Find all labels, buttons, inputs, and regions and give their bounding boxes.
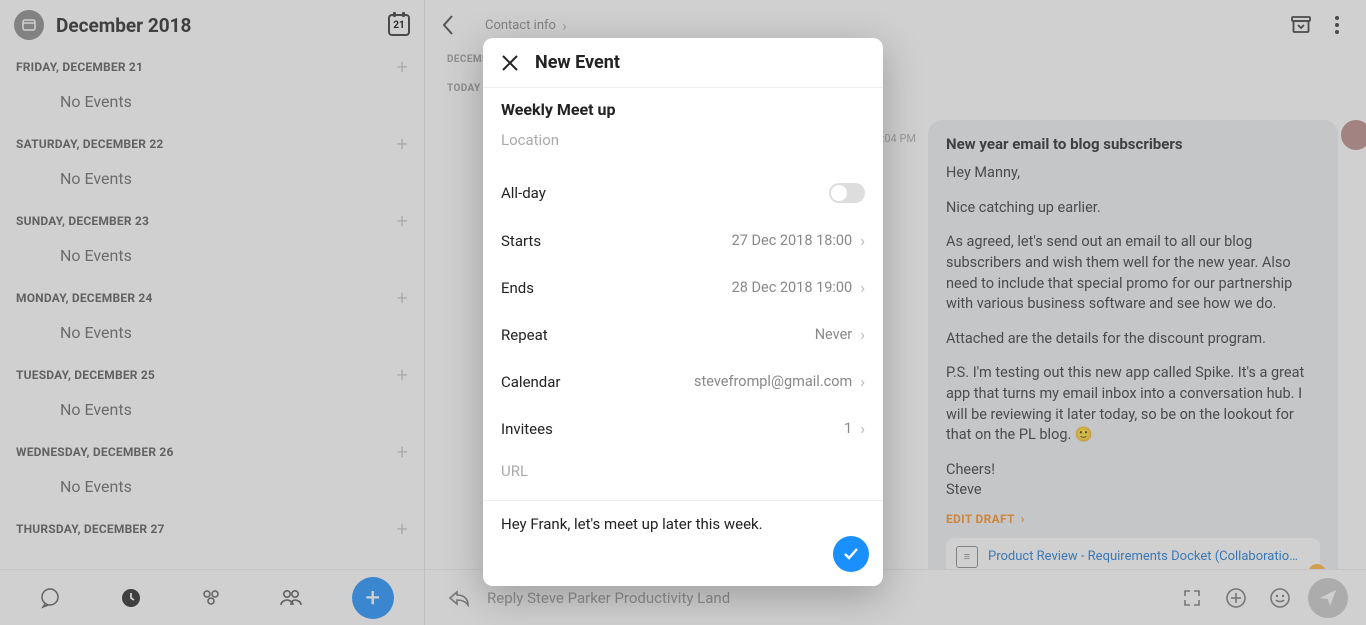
calendar-label: Calendar [501, 373, 561, 391]
chevron-right-icon: › [860, 372, 865, 391]
chevron-right-icon: › [1021, 511, 1025, 528]
contacts-icon[interactable] [271, 578, 311, 618]
day-body: No Events [0, 236, 424, 281]
day-header-label: Tuesday, December 25 [16, 368, 155, 382]
day-list: Friday, December 21 + No Events Saturday,… [0, 50, 424, 569]
calendar-row[interactable]: Calendar stevefrompl@gmail.com › [483, 358, 883, 405]
sidebar-month-title: December 2018 [56, 14, 388, 37]
add-event-button[interactable]: + [397, 369, 409, 381]
message-line: Nice catching up earlier. [946, 198, 1320, 219]
message-line: Cheers! [946, 461, 995, 478]
day-body: No Events [0, 82, 424, 127]
confirm-event-button[interactable] [833, 536, 869, 572]
event-location-input[interactable]: Location [483, 131, 883, 169]
repeat-row[interactable]: Repeat Never › [483, 311, 883, 358]
day-header-label: Sunday, December 23 [16, 214, 149, 228]
chat-icon[interactable] [30, 578, 70, 618]
invitees-value: 1 [844, 420, 852, 437]
close-modal-button[interactable] [501, 54, 519, 72]
day-body: No Events [0, 467, 424, 512]
invitees-row[interactable]: Invitees 1 › [483, 405, 883, 452]
allday-label: All-day [501, 184, 546, 202]
repeat-value: Never [815, 326, 852, 343]
day-header-label: Friday, December 21 [16, 60, 143, 74]
starts-label: Starts [501, 232, 541, 250]
archive-icon[interactable] [1288, 12, 1314, 38]
expand-icon[interactable] [1176, 582, 1208, 614]
ends-value: 28 Dec 2018 19:00 [732, 279, 853, 296]
day-header-label: Thursday, December 27 [16, 522, 165, 536]
back-button[interactable] [441, 14, 455, 36]
event-notes-input[interactable]: Hey Frank, let's meet up later this week… [483, 501, 883, 547]
attach-icon[interactable] [1220, 582, 1252, 614]
message-line: P.S. I'm testing out this new app called… [946, 363, 1320, 445]
app-logo-icon [14, 10, 44, 40]
reply-icon[interactable] [443, 582, 475, 614]
message-line: Attached are the details for the discoun… [946, 329, 1320, 350]
edit-draft-button[interactable]: EDIT DRAFT › [946, 511, 1320, 528]
day-header-label: Monday, December 24 [16, 291, 153, 305]
allday-toggle[interactable] [829, 183, 865, 203]
chevron-right-icon: › [860, 419, 865, 438]
clock-icon[interactable] [111, 578, 151, 618]
chevron-right-icon: › [860, 231, 865, 250]
allday-row[interactable]: All-day [483, 169, 883, 217]
message-line: Hey Manny, [946, 163, 1320, 184]
document-icon: ≡ [956, 546, 978, 568]
repeat-label: Repeat [501, 326, 548, 344]
add-event-button[interactable]: + [397, 523, 409, 535]
chevron-right-icon: › [860, 278, 865, 297]
ends-row[interactable]: Ends 28 Dec 2018 19:00 › [483, 264, 883, 311]
message-timestamp: :04 PM [882, 132, 916, 145]
contact-info-breadcrumb[interactable]: Contact info › [485, 16, 567, 35]
message-subject: New year email to blog subscribers [946, 134, 1320, 155]
calendar-value: stevefrompl@gmail.com [694, 373, 852, 390]
add-event-button[interactable]: + [397, 446, 409, 458]
sender-avatar[interactable] [1341, 120, 1366, 150]
day-body: No Events [0, 159, 424, 204]
calendar-sidebar: December 2018 21 Friday, December 21 + No… [0, 0, 425, 625]
day-header-label: Wednesday, December 26 [16, 445, 174, 459]
add-event-button[interactable]: + [397, 292, 409, 304]
day-body: No Events [0, 313, 424, 358]
edit-draft-label: EDIT DRAFT [946, 511, 1015, 528]
edit-attachment-icon[interactable] [1308, 564, 1326, 569]
add-event-button[interactable]: + [397, 138, 409, 150]
attachment-chip[interactable]: ≡ Product Review - Requirements Docket (… [946, 538, 1320, 569]
reply-input[interactable]: Reply Steve Parker Productivity Land [487, 589, 1164, 607]
message-card: New year email to blog subscribers Hey M… [928, 120, 1338, 569]
new-event-modal: New Event Weekly Meet up Location All-da… [483, 38, 883, 586]
message-line: As agreed, let's send out an email to al… [946, 232, 1320, 314]
add-event-button[interactable]: + [397, 61, 409, 73]
today-calendar-icon[interactable]: 21 [388, 14, 410, 36]
compose-button[interactable]: + [352, 577, 394, 619]
groups-icon[interactable] [191, 578, 231, 618]
event-title-input[interactable]: Weekly Meet up [483, 100, 883, 131]
more-menu-icon[interactable] [1324, 12, 1350, 38]
day-body: No Events [0, 390, 424, 435]
ends-label: Ends [501, 279, 534, 297]
emoji-icon[interactable] [1264, 582, 1296, 614]
message-line: Steve [946, 481, 982, 498]
sidebar-bottom-bar: + [0, 569, 424, 625]
starts-row[interactable]: Starts 27 Dec 2018 18:00 › [483, 217, 883, 264]
event-url-input[interactable]: URL [483, 452, 883, 500]
starts-value: 27 Dec 2018 18:00 [732, 232, 853, 249]
add-event-button[interactable]: + [397, 215, 409, 227]
invitees-label: Invitees [501, 420, 553, 438]
day-header-label: Saturday, December 22 [16, 137, 163, 151]
send-button[interactable] [1308, 578, 1348, 618]
attachment-name: Product Review - Requirements Docket (Co… [988, 548, 1298, 566]
modal-title: New Event [535, 52, 620, 73]
chevron-right-icon: › [562, 16, 567, 35]
breadcrumb-label: Contact info [485, 18, 556, 33]
chevron-right-icon: › [860, 325, 865, 344]
